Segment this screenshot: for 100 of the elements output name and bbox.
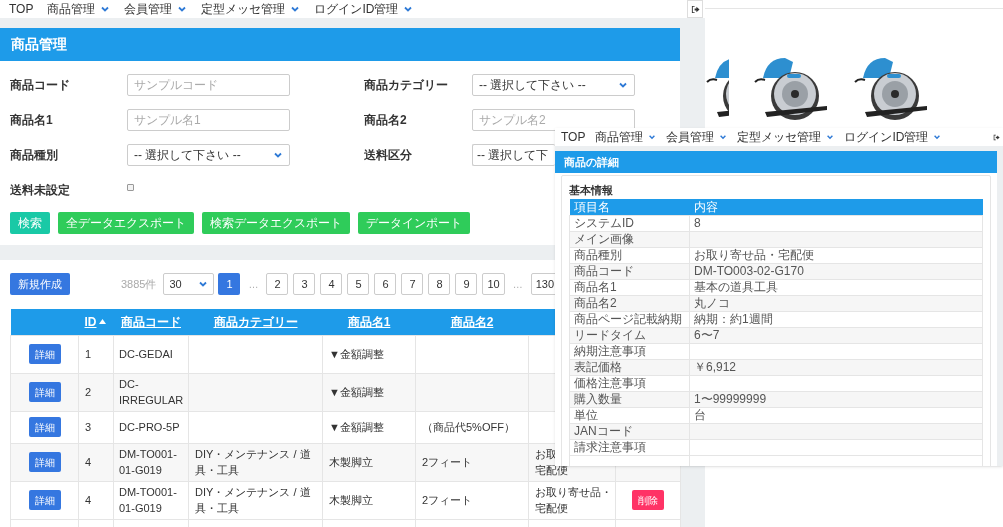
chevron-down-icon	[933, 133, 942, 141]
table-cell: 単位	[574, 408, 598, 422]
table-cell: ▼金額調整	[329, 347, 384, 360]
input-field[interactable]: サンプルコード	[127, 74, 290, 96]
nav-link[interactable]: TOP	[561, 128, 586, 146]
field-label: 商品コード	[10, 77, 71, 94]
table-cell: 木製脚立	[329, 493, 373, 506]
section-title: 基本情報	[569, 183, 614, 198]
table-cell-text: お取り寄せ品・ 宅配便	[535, 485, 612, 516]
table-cell: DM-TO001-01-G019	[119, 448, 177, 476]
select-field[interactable]: -- 選択して下さい --	[127, 144, 290, 166]
select-field[interactable]: -- 選択して下さい --	[472, 74, 635, 96]
table-cell: ￥6,912	[694, 360, 737, 374]
table-cell: （商品代5%OFF）	[422, 420, 515, 433]
table-cell: 基本の道具工具	[694, 280, 778, 294]
page-button[interactable]: 4	[320, 273, 343, 295]
table-cell: 請求注意事項	[574, 440, 646, 454]
table-cell: 4	[85, 493, 92, 506]
table-cell: システムID	[574, 216, 634, 230]
nav-link[interactable]: TOP	[9, 0, 34, 18]
table-cell: 1	[85, 347, 92, 360]
field-label: 商品名1	[10, 112, 54, 129]
input-field[interactable]: サンプル名2	[472, 109, 635, 131]
detail-button[interactable]: 詳細	[28, 452, 61, 472]
chevron-down-icon	[100, 4, 111, 14]
table-cell: ▼金額調整	[329, 385, 384, 398]
field-label: 商品名2	[364, 112, 408, 129]
detail-button[interactable]: 詳細	[28, 382, 61, 402]
table-cell: 丸ノコ	[694, 296, 730, 310]
table-cell: DM-TO003-02-G170	[694, 264, 804, 278]
page-button[interactable]: 9	[455, 273, 478, 295]
table-cell: 8	[694, 216, 701, 230]
page-title: 商品の詳細	[564, 154, 619, 170]
nav-link[interactable]: 商品管理	[595, 128, 644, 146]
table-cell: 納期：約1週間	[694, 312, 773, 326]
sort-ascending-icon[interactable]	[98, 319, 106, 325]
table-cell: DM-TO001-01-G019	[119, 486, 177, 514]
nav-link[interactable]: 会員管理	[666, 128, 715, 146]
field-label: 商品カテゴリー	[364, 77, 449, 94]
pagination-ellipsis: …	[247, 277, 260, 292]
page-button[interactable]: 7	[401, 273, 424, 295]
table-cell: 6〜7	[694, 328, 720, 342]
table-cell: ▼金額調整	[329, 420, 384, 433]
field-label: 送料区分	[364, 147, 413, 164]
page-button[interactable]: 2	[266, 273, 289, 295]
field-label: 商品種別	[10, 147, 59, 164]
table-cell: 商品名1	[574, 280, 617, 294]
logout-button[interactable]	[687, 0, 703, 18]
table-cell: リードタイム	[574, 328, 646, 342]
nav-link[interactable]: 会員管理	[124, 0, 173, 18]
logout-icon[interactable]	[690, 4, 700, 14]
table-cell: 木製脚立	[329, 455, 373, 468]
table-cell: お取り寄せ品・宅配便	[694, 248, 814, 262]
detail-button[interactable]: 詳細	[28, 417, 61, 437]
table-cell: 商品ページ記載納期	[574, 312, 682, 326]
chevron-down-icon	[177, 4, 188, 14]
column-header: 項目名	[569, 199, 690, 215]
page-button[interactable]: 6	[374, 273, 397, 295]
page-button[interactable]: 5	[347, 273, 370, 295]
table-cell-text: お取 宅配便	[535, 447, 568, 478]
table-cell: 購入数量	[574, 392, 622, 406]
chevron-down-icon	[618, 80, 628, 90]
nav-link[interactable]: ログインID管理	[314, 0, 399, 18]
page-title: 商品管理	[11, 35, 67, 54]
nav-link[interactable]: 商品管理	[47, 0, 96, 18]
detail-button[interactable]: 詳細	[28, 490, 61, 510]
chevron-down-icon	[719, 133, 728, 141]
table-cell: DC-IRREGULAR	[119, 378, 184, 406]
nav-link[interactable]: 定型メッセ管理	[201, 0, 286, 18]
table-cell: DIY・メンテナンス / 道具・工具	[195, 486, 311, 514]
nav-link[interactable]: 定型メッセ管理	[737, 128, 822, 146]
result-count: 3885件	[121, 276, 157, 292]
table-cell: 4	[85, 455, 92, 468]
column-header: 内容	[689, 199, 983, 215]
per-page-select[interactable]: 30	[163, 273, 215, 295]
table-cell: JANコード	[574, 424, 633, 438]
pagination-ellipsis: …	[511, 277, 524, 292]
table-cell: 2	[85, 385, 92, 398]
select-field[interactable]: -- 選択して下	[472, 144, 555, 166]
delete-button[interactable]: 削除	[632, 490, 664, 510]
checkbox[interactable]	[127, 183, 134, 191]
table-cell: 台	[694, 408, 706, 422]
table-cell: 2フィート	[422, 493, 473, 506]
detail-button[interactable]: 詳細	[28, 344, 61, 364]
page-button[interactable]: 10	[482, 273, 505, 295]
page-button[interactable]: 8	[428, 273, 451, 295]
table-cell: 2フィート	[422, 455, 473, 468]
page-button[interactable]: 1	[218, 273, 241, 295]
table-cell: DIY・メンテナンス / 道具・工具	[195, 448, 311, 476]
table-cell: 商品名2	[574, 296, 617, 310]
page-button[interactable]: 3	[293, 273, 316, 295]
logout-icon[interactable]	[993, 133, 1000, 141]
input-field[interactable]: サンプル名1	[127, 109, 290, 131]
table-cell: 商品種別	[574, 248, 622, 262]
table-cell: 商品コード	[574, 264, 634, 278]
chevron-down-icon	[273, 150, 283, 160]
new-button[interactable]: 新規作成	[10, 273, 70, 295]
table-cell: DC-GEDAI	[119, 348, 173, 360]
nav-link[interactable]: ログインID管理	[844, 128, 929, 146]
table-cell: メイン画像	[574, 232, 634, 246]
